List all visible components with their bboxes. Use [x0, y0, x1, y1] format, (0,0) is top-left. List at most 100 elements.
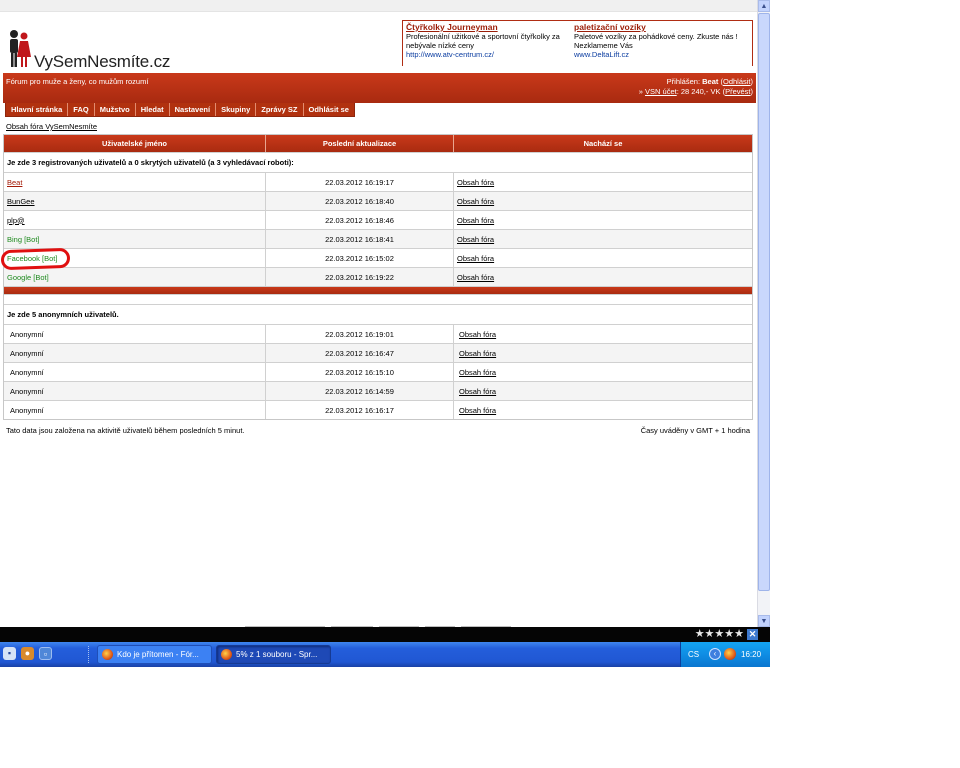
vertical-scrollbar[interactable]: ▲ ▼ [757, 0, 770, 627]
nav-faq[interactable]: FAQ [68, 103, 95, 116]
nav-messages[interactable]: Zprávy SZ [256, 103, 304, 116]
transfer-link[interactable]: Převést [725, 87, 750, 96]
nav-search[interactable]: Hledat [136, 103, 170, 116]
header-bar: Fórum pro muže a ženy, co mužům rozumí P… [3, 73, 756, 103]
rating-stars-icon[interactable]: ★★★★★ [695, 628, 744, 640]
site-tagline: Fórum pro muže a ženy, co mužům rozumí [6, 77, 149, 86]
close-icon[interactable]: ✕ [747, 629, 758, 640]
header-location: Nachází se [583, 139, 623, 148]
last-update: 22.03.2012 16:15:02 [266, 249, 454, 267]
table-row: Anonymní 22.03.2012 16:15:10 Obsah fóra [4, 362, 752, 381]
account-suffix: ) [750, 87, 754, 96]
account-link[interactable]: VSN účet [645, 87, 677, 96]
scroll-down-icon[interactable]: ▼ [758, 615, 770, 627]
show-desktop-icon[interactable]: ▪ [3, 647, 16, 660]
nav-team[interactable]: Mužstvo [95, 103, 136, 116]
ad-text: Paletové vozíky za pohádkové ceny. Zkust… [574, 32, 738, 50]
status-bar: ★★★★★ ✕ [0, 627, 770, 642]
anonymous-name: Anonymní [4, 325, 266, 343]
anonymous-heading: Je zde 5 anonymních uživatelů. [4, 304, 752, 324]
ad-title[interactable]: Čtyřkolky Journeyman [406, 23, 574, 32]
location-link[interactable]: Obsah fóra [457, 178, 494, 187]
section-divider [4, 286, 752, 294]
firefox-tray-icon[interactable] [724, 648, 736, 660]
account-balance: : 28 240,- VK ( [676, 87, 726, 96]
browser-top-strip [0, 0, 757, 12]
user-link[interactable]: plp@ [7, 216, 25, 225]
header-username[interactable]: Uživatelské jméno [4, 135, 266, 152]
taskbar-button[interactable]: Kdo je přítomen - Fór... [97, 645, 212, 664]
timezone-note: Časy uváděny v GMT + 1 hodina [640, 426, 750, 435]
last-update: 22.03.2012 16:19:01 [266, 325, 454, 343]
location-link[interactable]: Obsah fóra [459, 368, 496, 377]
table-row: Anonymní 22.03.2012 16:16:17 Obsah fóra [4, 400, 752, 419]
taskbar-button-label: Kdo je přítomen - Fór... [117, 650, 199, 659]
user-info: Přihlášen: Beat (Odhlásit) » VSN účet: 2… [638, 77, 754, 96]
firefox-icon [221, 649, 232, 660]
logout-link[interactable]: Odhlásit [723, 77, 751, 86]
firefox-icon [102, 649, 113, 660]
page-content: VySemNesmíte.cz Čtyřkolky Journeyman Pro… [0, 12, 757, 627]
last-update: 22.03.2012 16:19:22 [266, 268, 454, 286]
nav-home[interactable]: Hlavní stránka [6, 103, 69, 116]
ad-text: Profesionální užitkové a sportovní čtyřk… [406, 32, 560, 50]
table-row: Anonymní 22.03.2012 16:16:47 Obsah fóra [4, 343, 752, 362]
system-tray: CS ‹ 16:20 [680, 642, 770, 667]
nav-logout[interactable]: Odhlásit se [304, 103, 354, 116]
nav-settings[interactable]: Nastavení [170, 103, 217, 116]
user-link[interactable]: Beat [7, 178, 22, 187]
logged-in-label: Přihlášen: [666, 77, 701, 86]
ad-url[interactable]: www.DeltaLift.cz [574, 50, 742, 59]
registered-heading: Je zde 3 registrovaných uživatelů a 0 sk… [4, 152, 752, 172]
ad-title[interactable]: paletizační vozíky [574, 23, 742, 32]
table-row: Google [Bot] 22.03.2012 16:19:22 Obsah f… [4, 267, 752, 286]
taskbar-button[interactable]: 5% z 1 souboru - Spr... [216, 645, 331, 664]
scroll-thumb[interactable] [758, 13, 770, 591]
last-update: 22.03.2012 16:18:40 [266, 192, 454, 210]
account-arrow: » [638, 87, 643, 96]
main-nav: Hlavní stránka FAQ Mužstvo Hledat Nastav… [5, 103, 355, 117]
last-update: 22.03.2012 16:18:41 [266, 230, 454, 248]
site-logo[interactable]: VySemNesmíte.cz [6, 29, 176, 71]
browser-window: VySemNesmíte.cz Čtyřkolky Journeyman Pro… [0, 0, 770, 667]
location-link[interactable]: Obsah fóra [459, 406, 496, 415]
clock[interactable]: 16:20 [741, 650, 761, 659]
location-link[interactable]: Obsah fóra [459, 349, 496, 358]
couple-logo-icon [10, 30, 31, 67]
location-link[interactable]: Obsah fóra [457, 197, 494, 206]
table-row: Anonymní 22.03.2012 16:19:01 Obsah fóra [4, 324, 752, 343]
online-users-table: Uživatelské jméno Poslední aktualizace N… [3, 134, 753, 420]
ad-box: Čtyřkolky Journeyman Profesionální užitk… [402, 20, 753, 66]
header-last-update[interactable]: Poslední aktualizace [266, 135, 454, 152]
username: Beat [702, 77, 719, 86]
last-update: 22.03.2012 16:15:10 [266, 363, 454, 381]
bot-name: Bing [Bot] [7, 234, 40, 244]
ad-item[interactable]: Čtyřkolky Journeyman Profesionální užitk… [406, 23, 574, 60]
location-link[interactable]: Obsah fóra [457, 235, 494, 244]
browser-launch-icon[interactable]: ● [21, 647, 34, 660]
user-link[interactable]: BunGee [7, 197, 35, 206]
table-row: Anonymní 22.03.2012 16:14:59 Obsah fóra [4, 381, 752, 400]
quick-launch: ▪ ● ▫ [3, 647, 52, 660]
location-link[interactable]: Obsah fóra [457, 216, 494, 225]
scroll-up-icon[interactable]: ▲ [758, 0, 770, 12]
activity-note: Tato data jsou založena na aktivitě uživ… [6, 426, 245, 435]
table-header: Uživatelské jméno Poslední aktualizace N… [4, 135, 752, 152]
breadcrumb[interactable]: Obsah fóra VySemNesmíte [6, 122, 97, 131]
location-link[interactable]: Obsah fóra [459, 387, 496, 396]
tray-expand-icon[interactable]: ‹ [709, 648, 721, 660]
location-link[interactable]: Obsah fóra [457, 273, 494, 282]
location-link[interactable]: Obsah fóra [457, 254, 494, 263]
table-row: Facebook [Bot] 22.03.2012 16:15:02 Obsah… [4, 248, 752, 267]
nav-groups[interactable]: Skupiny [216, 103, 257, 116]
ad-url[interactable]: http://www.atv-centrum.cz/ [406, 50, 574, 59]
anonymous-name: Anonymní [4, 363, 266, 381]
location-link[interactable]: Obsah fóra [459, 330, 496, 339]
last-update: 22.03.2012 16:14:59 [266, 382, 454, 400]
last-update: 22.03.2012 16:16:17 [266, 401, 454, 419]
last-update: 22.03.2012 16:16:47 [266, 344, 454, 362]
ad-item[interactable]: paletizační vozíky Paletové vozíky za po… [574, 23, 742, 60]
window-switch-icon[interactable]: ▫ [39, 647, 52, 660]
anonymous-name: Anonymní [4, 401, 266, 419]
language-indicator[interactable]: CS [688, 650, 699, 659]
